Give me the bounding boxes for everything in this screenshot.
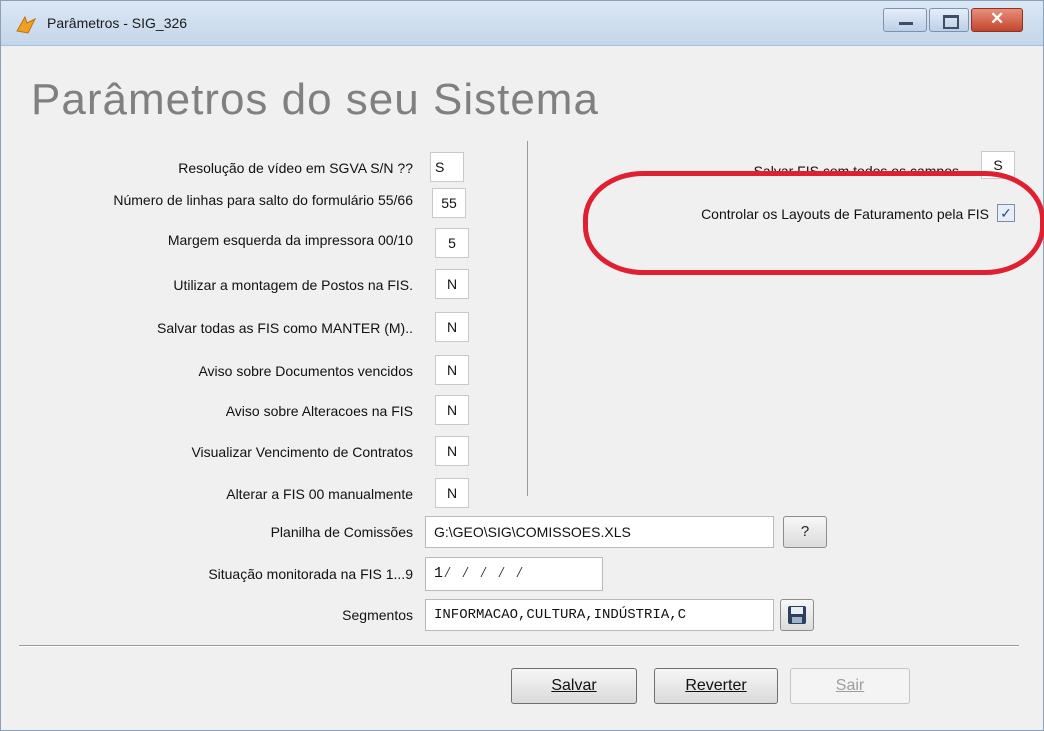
- label-montagem-postos: Utilizar a montagem de Postos na FIS.: [173, 277, 413, 293]
- minimize-icon: [899, 22, 913, 25]
- title-bar[interactable]: Parâmetros - SIG_326 ✕: [1, 1, 1043, 46]
- label-numero-linhas: Número de linhas para salto do formulári…: [113, 192, 413, 208]
- exit-button[interactable]: Sair: [790, 668, 910, 704]
- maximize-icon: [943, 15, 959, 29]
- column-divider: [527, 141, 528, 496]
- field-resolucao-video[interactable]: S: [430, 152, 464, 182]
- label-aviso-documentos: Aviso sobre Documentos vencidos: [198, 363, 413, 379]
- label-salvar-manter: Salvar todas as FIS como MANTER (M)..: [157, 320, 413, 336]
- field-montagem-postos[interactable]: N: [435, 269, 469, 299]
- field-planilha-comissoes[interactable]: G:\GEO\SIG\COMISSOES.XLS: [425, 516, 774, 548]
- field-numero-linhas[interactable]: 55: [432, 188, 466, 218]
- close-icon: ✕: [990, 9, 1005, 28]
- page-title: Parâmetros do seu Sistema: [31, 75, 599, 124]
- field-segmentos[interactable]: INFORMACAO,CULTURA,INDÚSTRIA,C: [425, 599, 774, 631]
- close-button[interactable]: ✕: [971, 8, 1023, 32]
- minimize-button[interactable]: [883, 8, 927, 32]
- label-planilha-comissoes: Planilha de Comissões: [270, 524, 413, 540]
- parametros-window: Parâmetros - SIG_326 ✕ Parâmetros do seu…: [0, 0, 1044, 731]
- label-alterar-fis-00: Alterar a FIS 00 manualmente: [226, 486, 413, 502]
- floppy-disk-icon: [788, 606, 806, 624]
- label-vencimento-contratos: Visualizar Vencimento de Contratos: [191, 444, 413, 460]
- app-logo-icon: [16, 15, 37, 34]
- field-aviso-documentos[interactable]: N: [435, 355, 469, 385]
- label-segmentos: Segmentos: [342, 607, 413, 623]
- save-segmentos-button[interactable]: [780, 599, 814, 631]
- field-alterar-fis-00[interactable]: N: [435, 478, 469, 508]
- label-margem-esquerda: Margem esquerda da impressora 00/10: [167, 232, 413, 248]
- field-vencimento-contratos[interactable]: N: [435, 436, 469, 466]
- save-button[interactable]: Salvar: [511, 668, 637, 704]
- field-margem-esquerda[interactable]: 5: [435, 228, 469, 258]
- window-title: Parâmetros - SIG_326: [47, 15, 188, 31]
- footer-divider: [19, 645, 1019, 647]
- annotation-ellipse: [583, 171, 1044, 275]
- field-salvar-manter[interactable]: N: [435, 312, 469, 342]
- save-button-label: Salvar: [551, 677, 597, 694]
- revert-button[interactable]: Reverter: [654, 668, 778, 704]
- label-situacao-monitorada: Situação monitorada na FIS 1...9: [208, 566, 413, 582]
- field-situacao-monitorada[interactable]: 1⁄ ⁄ ⁄ ⁄ ⁄: [425, 557, 603, 591]
- field-aviso-alteracoes[interactable]: N: [435, 395, 469, 425]
- revert-button-label: Reverter: [685, 677, 747, 694]
- label-aviso-alteracoes: Aviso sobre Alteracoes na FIS: [225, 403, 413, 419]
- browse-planilha-button[interactable]: ?: [783, 516, 827, 548]
- label-resolucao-video: Resolução de vídeo em SGVA S/N ??: [178, 160, 413, 176]
- maximize-button[interactable]: [929, 8, 969, 32]
- exit-button-label: Sair: [835, 677, 865, 694]
